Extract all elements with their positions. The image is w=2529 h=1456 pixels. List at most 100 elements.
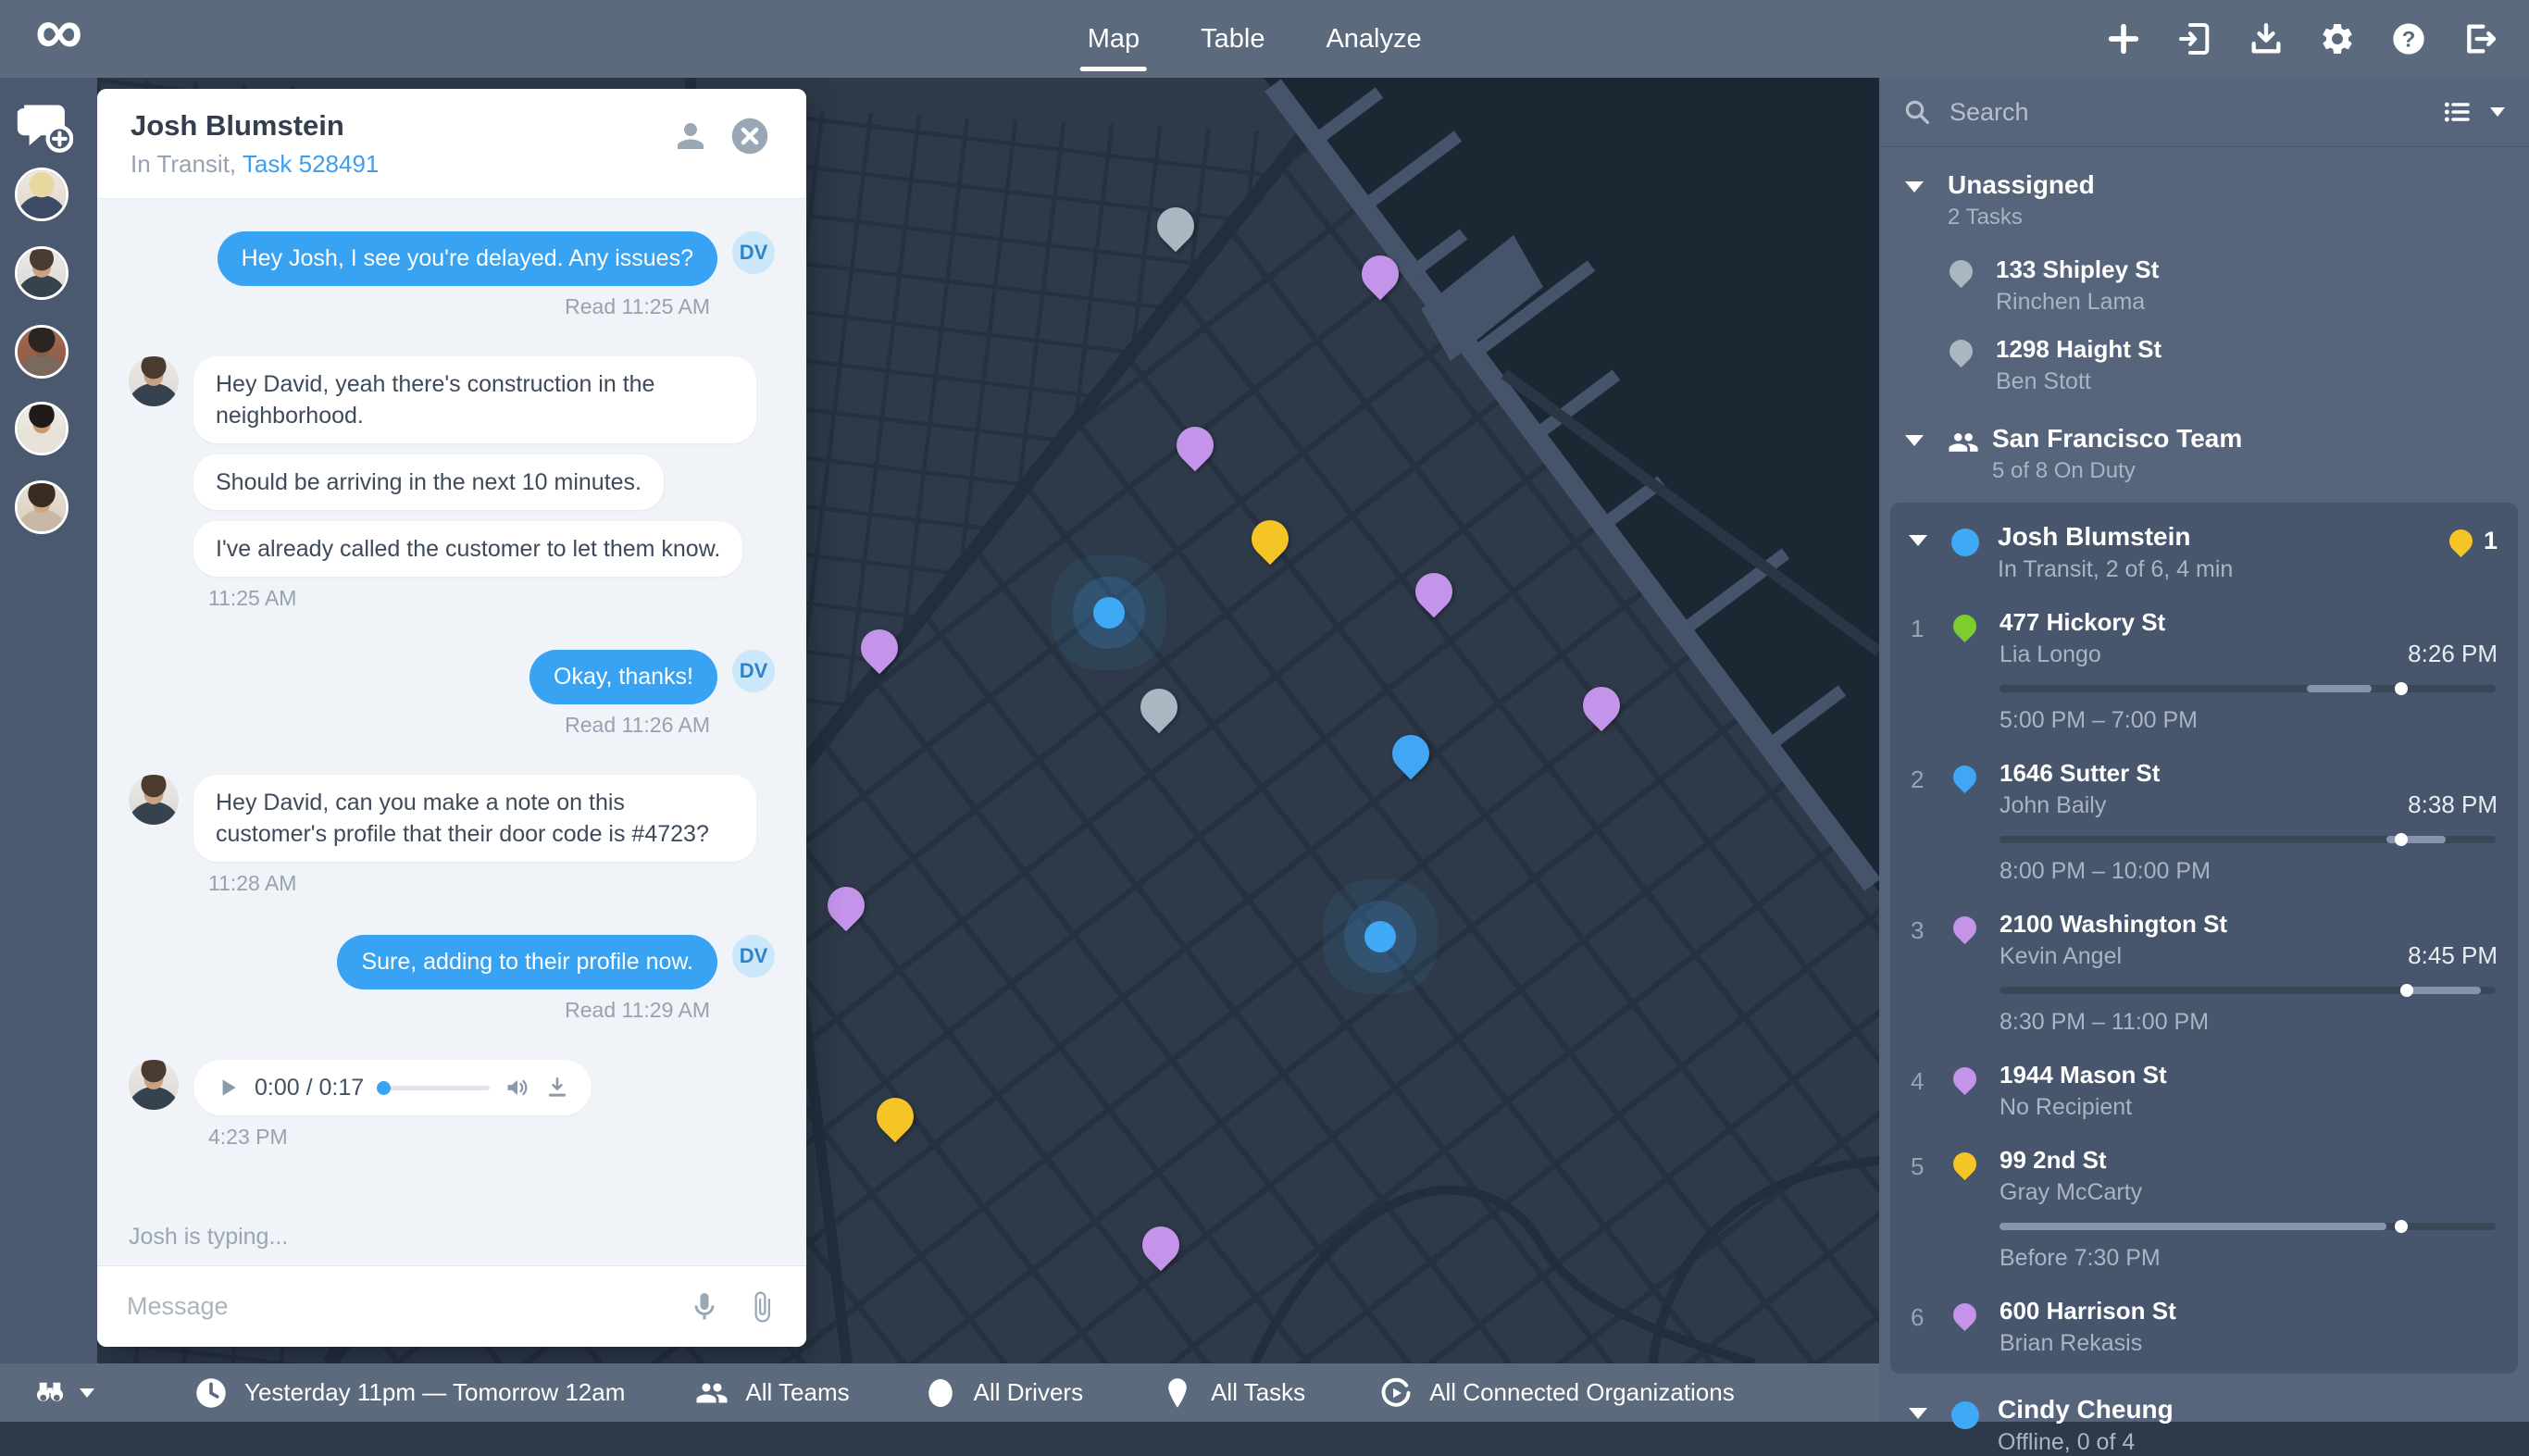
timestamp: 4:23 PM — [208, 1125, 775, 1150]
search-input[interactable] — [1948, 97, 2442, 128]
task-progress-bar — [2000, 987, 2496, 994]
received-message-group: Hey David, can you make a note on this c… — [129, 775, 775, 862]
route-task-row[interactable]: 3 2100 Washington St Kevin Angel 8:45 PM… — [1905, 909, 2498, 1036]
sent-message: Okay, thanks! DV — [129, 650, 775, 704]
route-task-row[interactable]: 1 477 Hickory St Lia Longo 8:26 PM 5:00 … — [1905, 607, 2498, 734]
driver-avatar-1[interactable] — [15, 168, 69, 221]
tasks-filter[interactable]: All Tasks — [1161, 1376, 1305, 1410]
collapse-caret-icon[interactable] — [1909, 535, 1927, 546]
message-input[interactable] — [125, 1291, 664, 1322]
team-icon — [1948, 427, 1979, 458]
sort-caret-icon[interactable] — [2490, 107, 2505, 117]
driver-status-dot — [1951, 1401, 1979, 1429]
view-tabs: Map Table Analyze — [1088, 0, 1422, 78]
logout-icon[interactable] — [2459, 18, 2501, 60]
time-filter[interactable]: Yesterday 11pm — Tomorrow 12am — [194, 1376, 625, 1410]
task-pin-yellow[interactable] — [869, 1090, 922, 1143]
list-view-icon[interactable] — [2442, 97, 2472, 127]
attachment-icon[interactable] — [745, 1290, 779, 1324]
task-pin-purple-icon — [1949, 1063, 1981, 1095]
task-progress-bar — [2000, 1223, 2496, 1230]
task-pin-purple-icon — [1949, 912, 1981, 944]
connected-orgs-icon — [1379, 1376, 1413, 1410]
volume-icon[interactable] — [505, 1075, 530, 1101]
drivers-filter[interactable]: All Drivers — [924, 1376, 1083, 1410]
eta-time: 8:45 PM — [2408, 941, 2498, 970]
received-message-group: Hey David, yeah there's construction in … — [129, 356, 775, 577]
task-pin-blue-icon — [1949, 761, 1981, 793]
svg-text:?: ? — [2402, 28, 2416, 53]
audio-time: 0:00 / 0:17 — [255, 1075, 364, 1101]
search-icon — [1903, 98, 1931, 126]
task-pin-purple[interactable] — [1169, 419, 1222, 472]
route-task-row[interactable]: 2 1646 Sutter St John Baily 8:38 PM 8:00… — [1905, 758, 2498, 885]
task-pin-green-icon — [1949, 610, 1981, 642]
settings-gear-icon[interactable] — [2316, 18, 2359, 60]
collapse-caret-icon[interactable] — [1905, 181, 1924, 193]
download-audio-icon[interactable] — [545, 1076, 569, 1100]
driver-avatar-small — [129, 356, 179, 406]
connected-orgs-filter[interactable]: All Connected Organizations — [1379, 1376, 1735, 1410]
download-icon[interactable] — [2245, 18, 2287, 60]
task-pin-yellow[interactable] — [1243, 513, 1296, 566]
task-pin-purple[interactable] — [1575, 678, 1627, 731]
time-window: Before 7:30 PM — [2000, 1245, 2498, 1272]
driver-row-cindy[interactable]: Cindy Cheung Offline, 0 of 4 — [1879, 1374, 2529, 1456]
import-tasks-icon[interactable] — [2174, 18, 2216, 60]
driver-status-dot — [1951, 529, 1979, 556]
help-icon[interactable]: ? — [2387, 18, 2430, 60]
driver-avatar-small — [129, 775, 179, 825]
task-pin-gray[interactable] — [1149, 199, 1202, 252]
close-icon[interactable] — [730, 117, 769, 156]
play-icon[interactable] — [216, 1076, 240, 1100]
selected-driver-card: Josh Blumstein In Transit, 2 of 6, 4 min… — [1890, 503, 2518, 1374]
task-pin-purple-icon — [1949, 1299, 1981, 1331]
teams-filter[interactable]: All Teams — [695, 1376, 849, 1410]
task-pin-purple[interactable] — [1407, 566, 1460, 618]
unassigned-task-row[interactable]: 133 Shipley St Rinchen Lama — [1879, 236, 2529, 316]
unassigned-section-header[interactable]: Unassigned 2 Tasks — [1879, 147, 2529, 236]
route-task-row[interactable]: 5 99 2nd St Gray McCarty Before 7:30 PM — [1905, 1145, 2498, 1272]
driver-avatar-5[interactable] — [15, 480, 69, 534]
driver-row-josh[interactable]: Josh Blumstein In Transit, 2 of 6, 4 min… — [1905, 521, 2498, 583]
add-icon[interactable] — [2102, 18, 2145, 60]
team-section-header[interactable]: San Francisco Team 5 of 8 On Duty — [1879, 395, 2529, 490]
binoculars-icon[interactable] — [33, 1376, 67, 1410]
tab-analyze[interactable]: Analyze — [1326, 0, 1421, 78]
driver-avatar-3[interactable] — [15, 325, 69, 379]
time-window: 5:00 PM – 7:00 PM — [2000, 707, 2498, 734]
audio-seek-slider[interactable] — [379, 1086, 490, 1090]
tab-map[interactable]: Map — [1088, 0, 1140, 78]
driver-avatar-josh[interactable] — [15, 246, 69, 300]
unassigned-task-row[interactable]: 1298 Haight St Ben Stott — [1879, 316, 2529, 395]
task-pin-blue[interactable] — [1384, 728, 1437, 780]
task-link[interactable]: Task 528491 — [243, 150, 379, 178]
time-window: 8:30 PM – 11:00 PM — [2000, 1009, 2498, 1036]
profile-icon[interactable] — [671, 117, 710, 156]
message-list[interactable]: Hey Josh, I see you're delayed. Any issu… — [97, 198, 806, 1208]
collapse-caret-icon[interactable] — [1905, 435, 1924, 446]
task-pin-purple[interactable] — [819, 879, 872, 932]
read-receipt: Read 11:26 AM — [129, 713, 775, 738]
driver-avatar-4[interactable] — [15, 402, 69, 455]
collapse-caret-icon[interactable] — [1909, 1408, 1927, 1419]
driver-location-dot[interactable] — [1093, 597, 1125, 628]
task-pin-purple[interactable] — [853, 622, 906, 675]
new-chat-icon[interactable] — [16, 100, 73, 152]
sent-message: Hey Josh, I see you're delayed. Any issu… — [129, 231, 775, 286]
onfleet-logo[interactable]: ∞ — [35, 0, 82, 70]
task-pin-purple[interactable] — [1135, 1219, 1188, 1272]
microphone-icon[interactable] — [688, 1290, 721, 1324]
tab-table[interactable]: Table — [1201, 0, 1264, 78]
task-pin-purple[interactable] — [1354, 248, 1407, 301]
read-receipt: Read 11:25 AM — [129, 294, 775, 319]
filter-caret-icon[interactable] — [80, 1388, 94, 1398]
chat-header: Josh Blumstein In Transit, Task 528491 — [97, 89, 806, 199]
route-task-row[interactable]: 6 600 Harrison St Brian Rekasis — [1905, 1296, 2498, 1357]
driver-location-dot[interactable] — [1364, 921, 1396, 952]
task-pin-gray[interactable] — [1133, 681, 1186, 734]
route-task-row[interactable]: 4 1944 Mason St No Recipient — [1905, 1060, 2498, 1121]
filter-bar: Yesterday 11pm — Tomorrow 12am All Teams… — [0, 1363, 1879, 1422]
read-receipt: Read 11:29 AM — [129, 998, 775, 1023]
sender-badge: DV — [732, 231, 775, 274]
